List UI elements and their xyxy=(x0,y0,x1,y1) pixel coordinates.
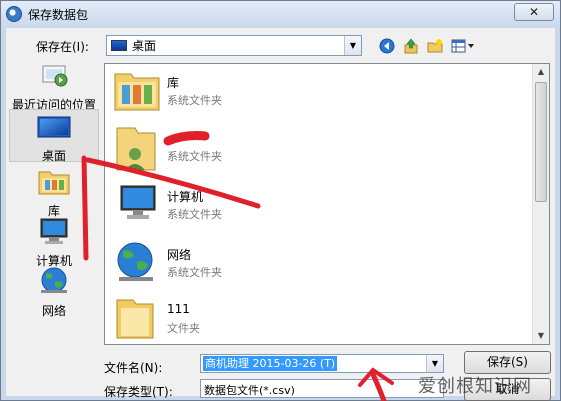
list-item[interactable]: 系统文件夹 xyxy=(113,124,413,176)
network-icon xyxy=(113,240,161,287)
title-bar: 保存数据包 ✕ xyxy=(1,1,560,27)
place-desktop[interactable]: 桌面 xyxy=(9,109,99,163)
folder-icon xyxy=(113,296,161,343)
file-name: 网络 xyxy=(167,248,192,262)
place-network[interactable]: 网络 xyxy=(9,266,99,319)
user-folder-icon xyxy=(113,124,161,177)
file-type: 系统文件夹 xyxy=(167,94,222,107)
file-type: 文件夹 xyxy=(167,322,200,335)
file-type: 系统文件夹 xyxy=(167,150,222,163)
network-icon xyxy=(9,266,99,299)
library-icon xyxy=(9,166,99,199)
place-label: 网络 xyxy=(41,304,66,318)
filetype-value: 数据包文件(*.csv) xyxy=(204,384,295,397)
list-item[interactable]: 库 系统文件夹 xyxy=(113,68,413,120)
dialog-body: 保存在(I): 桌面 ▼ 最近访问的位置 桌面 库 计算机 网络 库 系统文件夹… xyxy=(6,28,555,401)
place-library[interactable]: 库 xyxy=(9,166,99,219)
filename-label: 文件名(N): xyxy=(104,361,163,375)
desktop-icon xyxy=(10,115,98,144)
app-icon xyxy=(6,6,22,22)
filename-input[interactable]: 商机助理 2015-03-26 (T) ▼ xyxy=(200,354,444,373)
navigation-toolbar xyxy=(378,37,476,55)
file-type: 系统文件夹 xyxy=(167,208,222,221)
lookin-value: 桌面 xyxy=(132,39,157,53)
save-button[interactable]: 保存(S) xyxy=(464,351,551,374)
file-name: 计算机 xyxy=(167,190,204,204)
place-recent[interactable]: 最近访问的位置 xyxy=(9,60,99,113)
scroll-up-icon[interactable]: ▲ xyxy=(533,64,549,80)
up-folder-icon[interactable] xyxy=(402,37,420,55)
place-computer[interactable]: 计算机 xyxy=(9,216,99,269)
window-title: 保存数据包 xyxy=(28,7,89,22)
scrollbar-thumb[interactable] xyxy=(535,82,547,202)
watermark: 爱创根知识网 xyxy=(418,376,532,397)
vertical-scrollbar[interactable]: ▲ ▼ xyxy=(532,64,549,344)
save-dialog: 保存数据包 ✕ 保存在(I): 桌面 ▼ 最近访问的位置 桌面 库 计算机 网络… xyxy=(0,0,561,401)
back-icon[interactable] xyxy=(378,37,396,55)
file-type: 系统文件夹 xyxy=(167,266,222,279)
scroll-down-icon[interactable]: ▼ xyxy=(533,328,549,344)
lookin-dropdown[interactable]: 桌面 ▼ xyxy=(106,35,362,56)
close-button[interactable]: ✕ xyxy=(514,3,554,21)
computer-icon xyxy=(9,216,99,249)
file-name: 库 xyxy=(167,76,180,90)
library-icon xyxy=(113,68,161,115)
place-label: 桌面 xyxy=(41,149,66,163)
filetype-dropdown[interactable]: 数据包文件(*.csv) xyxy=(200,379,444,398)
chevron-down-icon[interactable]: ▼ xyxy=(426,355,443,372)
list-item[interactable]: 网络 系统文件夹 xyxy=(113,240,413,292)
computer-icon xyxy=(113,182,161,229)
list-item[interactable]: 计算机 系统文件夹 xyxy=(113,182,413,234)
view-menu-icon[interactable] xyxy=(450,37,476,55)
list-item[interactable]: 111 文件夹 xyxy=(113,296,413,348)
recent-icon xyxy=(9,60,99,93)
file-list[interactable]: 库 系统文件夹 系统文件夹 计算机 系统文件夹 网络 系统文件夹 111 文件夹… xyxy=(104,63,550,345)
filename-value[interactable]: 商机助理 2015-03-26 (T) xyxy=(203,356,338,371)
filetype-label: 保存类型(T): xyxy=(104,385,173,399)
chevron-down-icon[interactable]: ▼ xyxy=(344,36,361,55)
desktop-icon xyxy=(111,40,127,51)
file-name: 111 xyxy=(167,302,190,316)
new-folder-icon[interactable] xyxy=(426,37,444,55)
places-bar: 最近访问的位置 桌面 库 计算机 网络 xyxy=(6,58,102,358)
lookin-label: 保存在(I): xyxy=(36,40,89,54)
